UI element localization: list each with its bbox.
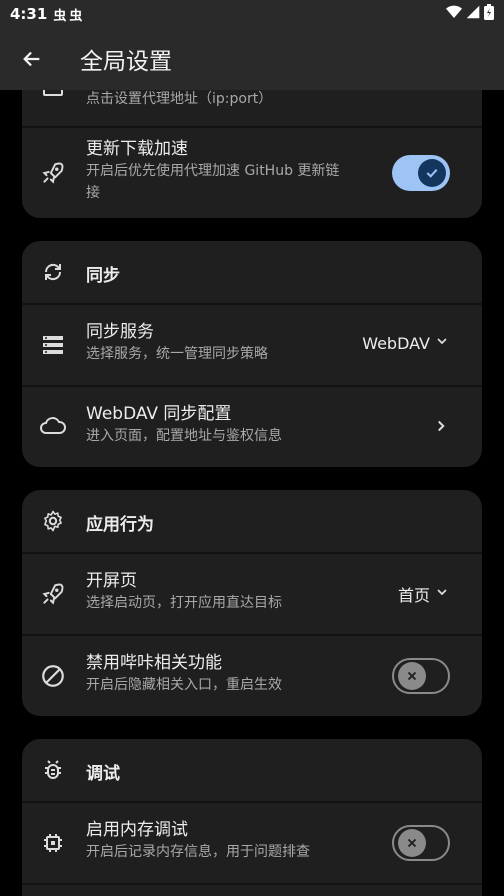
update-accel-title: 更新下载加速 — [86, 139, 188, 159]
debug-header-title: 调试 — [86, 764, 120, 784]
sync-service-subtitle: 选择服务，统一管理同步策略 — [86, 346, 268, 362]
disable-bili-switch[interactable] — [392, 658, 450, 694]
chevron-right-icon — [432, 417, 450, 439]
block-icon — [38, 661, 68, 691]
update-accel-switch[interactable] — [392, 155, 450, 191]
disable-bili-title: 禁用哔咔相关功能 — [86, 653, 222, 673]
page-title: 全局设置 — [80, 49, 172, 75]
sync-service-row[interactable]: 同步服务 选择服务，统一管理同步策略 WebDAV — [22, 305, 482, 385]
status-bar: 4:31 虫 虫 — [0, 0, 504, 28]
arrow-back-icon[interactable] — [0, 28, 64, 90]
sync-icon — [38, 257, 68, 287]
launch-page-value: 首页 — [397, 586, 430, 605]
webdav-config-row[interactable]: WebDAV 同步配置 进入页面，配置地址与鉴权信息 — [22, 387, 482, 467]
notification-bug-icon: 虫 — [53, 8, 67, 24]
disable-bili-row[interactable]: 禁用哔咔相关功能 开启后隐藏相关入口，重启生效 — [22, 636, 482, 716]
sync-service-value: WebDAV — [362, 333, 430, 353]
behavior-header: 应用行为 — [22, 490, 482, 552]
divider — [22, 883, 482, 885]
cloud-icon — [38, 411, 68, 441]
storage-icon — [38, 330, 68, 360]
signal-icon — [466, 5, 480, 23]
launch-page-dropdown[interactable]: 首页 — [398, 582, 450, 606]
disable-bili-subtitle: 开启后隐藏相关入口，重启生效 — [86, 677, 282, 693]
update-accel-row[interactable]: 更新下载加速 开启后优先使用代理加速 GitHub 更新链 接 — [22, 128, 482, 218]
sync-header: 同步 — [22, 241, 482, 303]
webdav-config-subtitle: 进入页面，配置地址与鉴权信息 — [86, 428, 282, 444]
status-time: 4:31 — [10, 5, 48, 23]
memory-debug-row[interactable]: 启用内存调试 开启后记录内存信息，用于问题排查 — [22, 803, 482, 883]
battery-icon — [484, 4, 494, 24]
proxy-address-subtitle: 点击设置代理地址（ip:port） — [86, 91, 273, 107]
webdav-config-title: WebDAV 同步配置 — [86, 404, 232, 424]
sync-header-title: 同步 — [86, 266, 120, 286]
wifi-icon — [446, 5, 462, 23]
sync-service-title: 同步服务 — [86, 322, 154, 342]
sync-card: 同步 同步服务 选择服务，统一管理同步策略 WebDAV WebDAV 同步配置 — [22, 241, 482, 467]
update-accel-subtitle: 开启后优先使用代理加速 GitHub 更新链 — [86, 163, 340, 179]
debug-header: 调试 — [22, 739, 482, 801]
rocket-icon — [38, 579, 68, 609]
memory-debug-subtitle: 开启后记录内存信息，用于问题排查 — [86, 844, 310, 860]
memory-chip-icon — [38, 828, 68, 858]
chevron-down-icon — [434, 333, 450, 353]
notification-bug-icon: 虫 — [69, 8, 83, 24]
debug-card: 调试 启用内存调试 开启后记录内存信息，用于问题排查 — [22, 739, 482, 896]
launch-page-row[interactable]: 开屏页 选择启动页，打开应用直达目标 首页 — [22, 554, 482, 634]
close-icon — [398, 662, 426, 690]
sync-service-dropdown[interactable]: WebDAV — [362, 333, 450, 353]
rocket-icon — [38, 158, 68, 188]
app-bar: 全局设置 — [0, 28, 504, 90]
behavior-card: 应用行为 开屏页 选择启动页，打开应用直达目标 首页 禁用哔咔相关功能 开启后隐 — [22, 490, 482, 716]
bug-icon — [38, 755, 68, 785]
chevron-down-icon — [434, 584, 450, 604]
update-accel-subtitle-cont: 接 — [86, 185, 100, 201]
close-icon — [398, 829, 426, 857]
launch-page-title: 开屏页 — [86, 571, 137, 591]
gear-icon — [38, 506, 68, 536]
memory-debug-switch[interactable] — [392, 825, 450, 861]
behavior-header-title: 应用行为 — [86, 515, 154, 535]
check-icon — [418, 159, 446, 187]
memory-debug-title: 启用内存调试 — [86, 820, 188, 840]
settings-list[interactable]: 点击设置代理地址（ip:port） 更新下载加速 开启后优先使用代理加速 Git… — [0, 0, 504, 896]
launch-page-subtitle: 选择启动页，打开应用直达目标 — [86, 595, 282, 611]
